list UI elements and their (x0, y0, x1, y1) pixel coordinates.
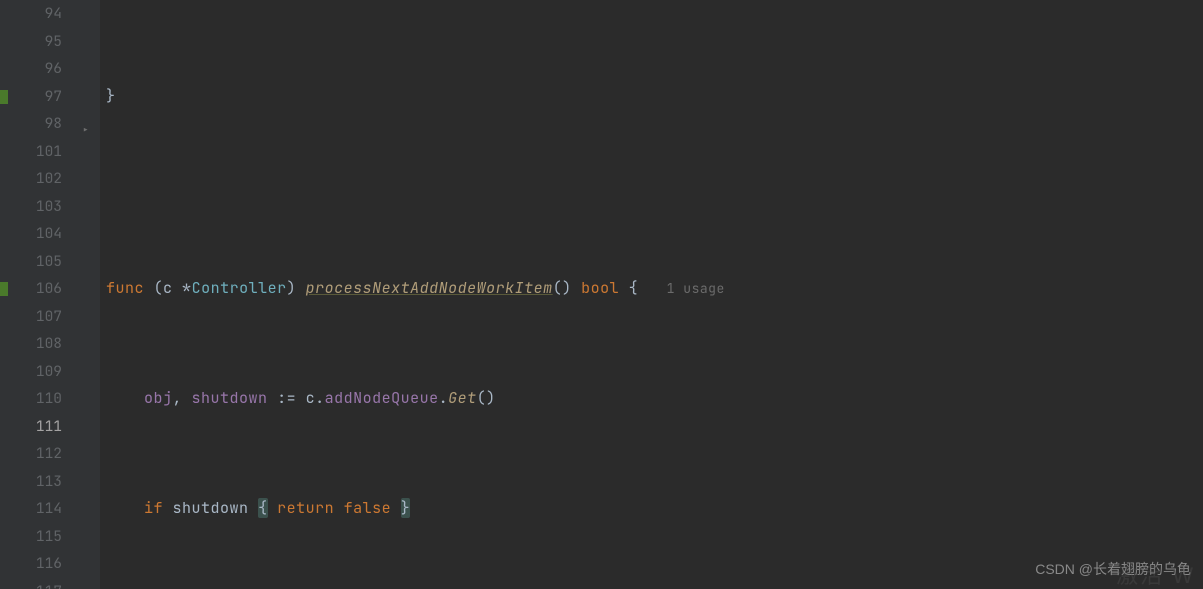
line-number[interactable]: 96 (14, 55, 62, 83)
line-number[interactable]: 104 (14, 220, 62, 248)
line-number[interactable]: 95 (14, 28, 62, 56)
line-number[interactable]: 112 (14, 440, 62, 468)
code-line[interactable]: if shutdown { return false } (100, 495, 1203, 523)
line-number[interactable]: 109 (14, 358, 62, 386)
line-number[interactable]: 111 (14, 413, 62, 441)
code-line[interactable]: obj, shutdown := c.addNodeQueue.Get() (100, 385, 1203, 413)
line-number[interactable]: 98 (14, 110, 62, 138)
fold-arrow-icon[interactable]: ▸ (82, 117, 89, 145)
gutter-line-numbers[interactable]: 9495969798101102103104105106107108109110… (14, 0, 80, 589)
vcs-change-marker[interactable] (0, 282, 8, 296)
brace-match: } (401, 498, 411, 518)
gutter-fold[interactable]: ▸ (80, 0, 100, 589)
code-line[interactable] (100, 165, 1203, 193)
ghost-text: 激活 W (1116, 562, 1195, 589)
line-number[interactable]: 113 (14, 468, 62, 496)
function-name[interactable]: processNextAddNodeWorkItem (306, 278, 553, 298)
line-number[interactable]: 116 (14, 550, 62, 578)
tok-brace: } (106, 86, 116, 106)
gutter-vcs (0, 0, 14, 589)
usage-hint[interactable]: 1 usage (667, 280, 725, 297)
code-editor[interactable]: 9495969798101102103104105106107108109110… (0, 0, 1203, 589)
line-number[interactable]: 97 (14, 83, 62, 111)
line-number[interactable]: 115 (14, 523, 62, 551)
line-number[interactable]: 94 (14, 0, 62, 28)
line-number[interactable]: 108 (14, 330, 62, 358)
tok-type: Controller (192, 278, 287, 298)
watermark-text: CSDN @长着翅膀的乌龟 (1035, 556, 1191, 584)
code-line[interactable]: } (100, 83, 1203, 111)
line-number[interactable]: 101 (14, 138, 62, 166)
line-number[interactable]: 117 (14, 578, 62, 589)
tok-type: bool (581, 278, 619, 298)
vcs-change-marker[interactable] (0, 90, 8, 104)
line-number[interactable]: 103 (14, 193, 62, 221)
line-number[interactable]: 110 (14, 385, 62, 413)
line-number[interactable]: 102 (14, 165, 62, 193)
line-number[interactable]: 105 (14, 248, 62, 276)
tok-keyword: func (106, 278, 144, 298)
code-area[interactable]: } func (c *Controller) processNextAddNod… (100, 0, 1203, 589)
code-line[interactable]: func (c *Controller) processNextAddNodeW… (100, 275, 1203, 303)
line-number[interactable]: 107 (14, 303, 62, 331)
line-number[interactable]: 106 (14, 275, 62, 303)
line-number[interactable]: 114 (14, 495, 62, 523)
brace-match: { (258, 498, 268, 518)
